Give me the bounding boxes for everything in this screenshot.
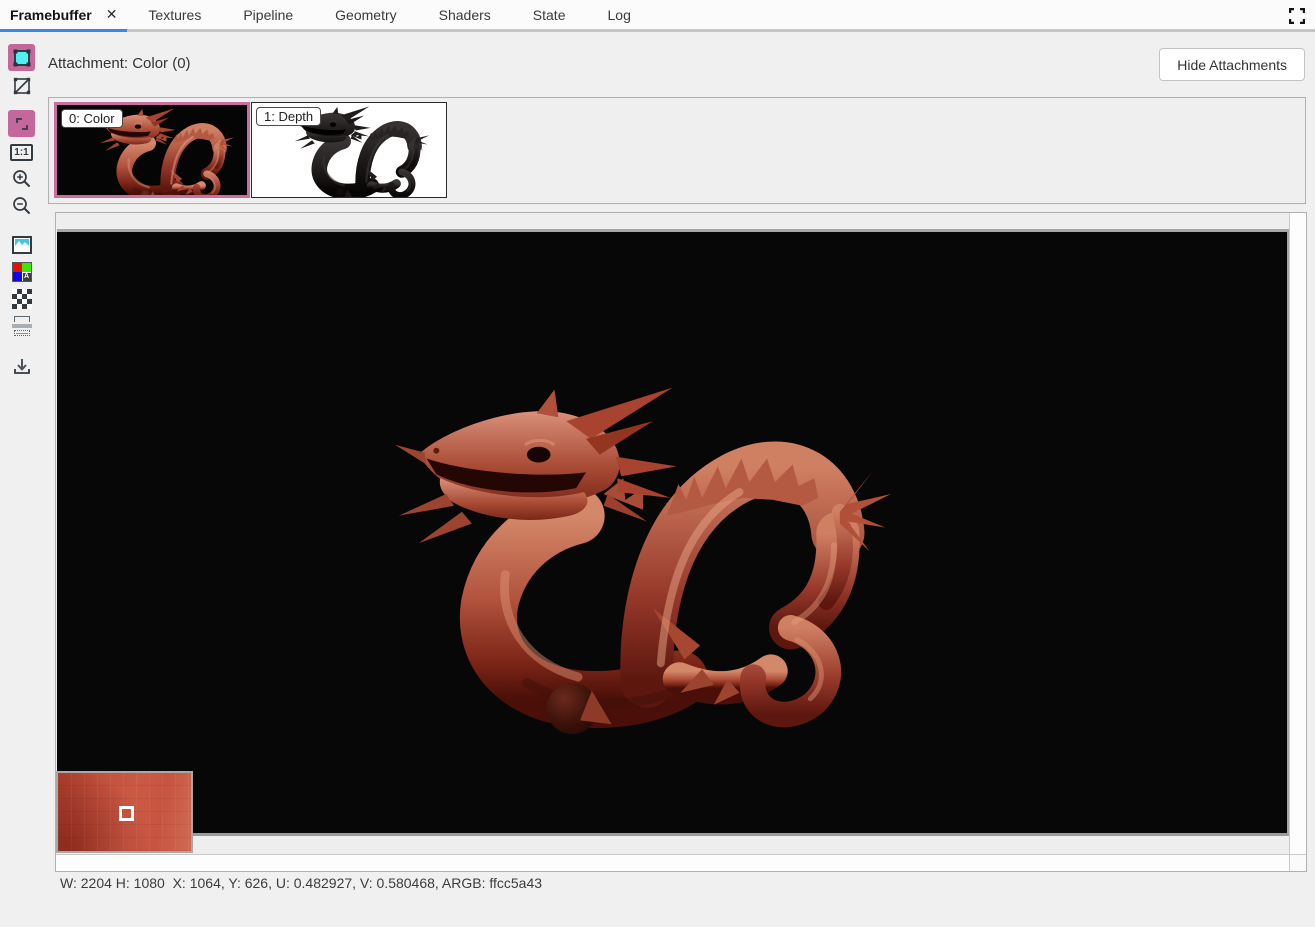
- rendered-dragon: [389, 368, 901, 742]
- attachment-thumbnail-depth[interactable]: 1: Depth: [251, 102, 447, 198]
- framebuffer-viewport: [55, 212, 1307, 872]
- attachment-thumbnail-color[interactable]: 0: Color: [54, 102, 250, 198]
- range-control-button[interactable]: [8, 312, 35, 339]
- texture-view-icon: [12, 235, 32, 255]
- close-icon[interactable]: ✕: [102, 6, 122, 23]
- tab-log[interactable]: Log: [587, 0, 652, 29]
- background-color-icon: [12, 48, 32, 68]
- alpha-checkerboard-icon: [12, 289, 32, 309]
- fit-to-window-button[interactable]: [8, 110, 35, 137]
- pixel-info-status: W: 2204 H: 1080 X: 1064, Y: 626, U: 0.48…: [60, 875, 542, 891]
- color-channels-icon: A: [12, 262, 32, 282]
- zoom-in-icon: [12, 169, 31, 188]
- hide-attachments-button[interactable]: Hide Attachments: [1159, 48, 1305, 81]
- color-channels-button[interactable]: A: [8, 258, 35, 285]
- tab-bar: Framebuffer ✕ Textures Pipeline Geometry…: [0, 0, 1315, 32]
- tab-framebuffer-label: Framebuffer: [10, 7, 92, 23]
- scrollbar-corner: [1289, 854, 1306, 871]
- tab-textures[interactable]: Textures: [127, 0, 222, 29]
- zoom-out-button[interactable]: [8, 192, 35, 219]
- actual-size-icon: 1:1: [10, 144, 33, 161]
- vertical-scrollbar[interactable]: [1289, 213, 1306, 854]
- picked-pixel-marker: [119, 806, 134, 821]
- framebuffer-image[interactable]: [57, 229, 1289, 836]
- attachment-header-label: Attachment: Color (0): [48, 55, 191, 72]
- fit-to-window-icon: [13, 115, 31, 133]
- viewer-toolbar: 1:1 A: [0, 32, 44, 927]
- attachments-strip: 0: Color 1: Depth: [48, 97, 1306, 204]
- no-background-icon: [12, 76, 32, 96]
- no-background-button[interactable]: [8, 72, 35, 99]
- tab-shaders[interactable]: Shaders: [418, 0, 512, 29]
- zoom-in-button[interactable]: [8, 165, 35, 192]
- save-image-button[interactable]: [8, 352, 35, 379]
- horizontal-scrollbar[interactable]: [56, 854, 1289, 871]
- actual-size-button[interactable]: 1:1: [8, 139, 35, 166]
- range-control-icon: [12, 316, 32, 336]
- zoom-out-icon: [12, 196, 31, 215]
- tab-geometry[interactable]: Geometry: [314, 0, 417, 29]
- pixel-magnifier-preview: [56, 771, 193, 853]
- background-color-button[interactable]: [8, 44, 35, 71]
- attachment-label-color: 0: Color: [61, 109, 123, 128]
- tab-state[interactable]: State: [512, 0, 587, 29]
- tab-framebuffer[interactable]: Framebuffer ✕: [0, 0, 127, 32]
- save-image-icon: [12, 356, 32, 376]
- tab-pipeline[interactable]: Pipeline: [222, 0, 314, 29]
- attachment-label-depth: 1: Depth: [256, 107, 321, 126]
- texture-view-button[interactable]: [8, 231, 35, 258]
- alpha-checkerboard-button[interactable]: [8, 285, 35, 312]
- fullscreen-icon[interactable]: [1288, 7, 1306, 25]
